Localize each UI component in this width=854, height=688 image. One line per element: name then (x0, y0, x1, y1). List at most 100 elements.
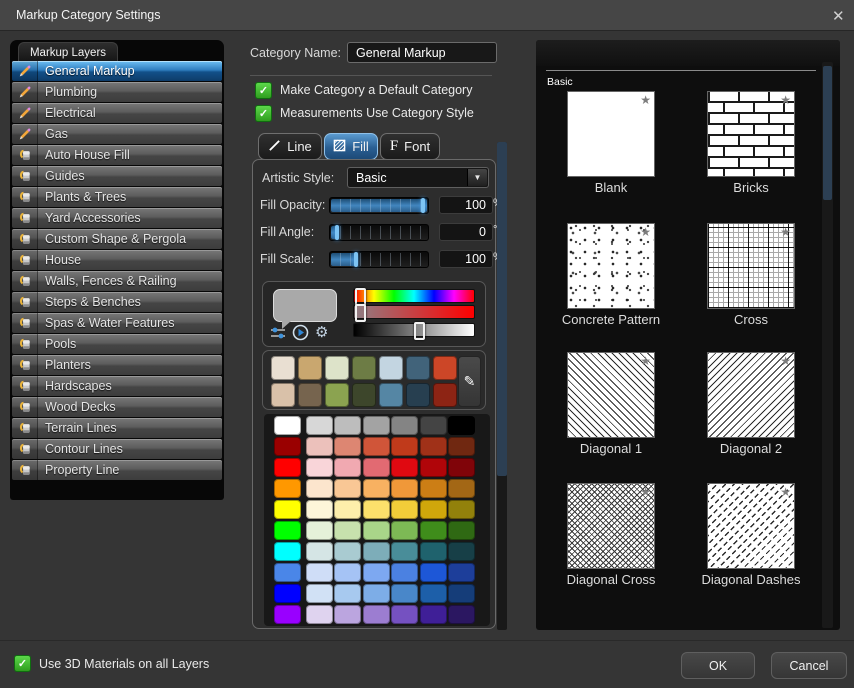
palette-color-swatch[interactable] (420, 521, 447, 540)
palette-color-swatch[interactable] (391, 563, 418, 582)
palette-color-swatch[interactable] (274, 458, 301, 477)
category-name-input[interactable] (347, 42, 497, 63)
saturation-handle[interactable] (355, 304, 366, 322)
palette-color-swatch[interactable] (306, 416, 333, 435)
checkbox[interactable]: ✓ (255, 82, 272, 99)
palette-color-swatch[interactable] (334, 416, 361, 435)
slider-thumb[interactable] (421, 198, 425, 213)
sidebar-layer-item[interactable]: Plumbing (12, 82, 222, 102)
palette-color-swatch[interactable] (334, 521, 361, 540)
palette-color-swatch[interactable] (306, 479, 333, 498)
palette-color-swatch[interactable] (274, 605, 301, 624)
palette-color-swatch[interactable] (391, 500, 418, 519)
palette-color-swatch[interactable] (306, 437, 333, 456)
preset-color-swatch[interactable] (352, 356, 376, 380)
slider-thumb[interactable] (335, 225, 339, 240)
palette-color-swatch[interactable] (420, 563, 447, 582)
preset-color-swatch[interactable] (379, 356, 403, 380)
palette-color-swatch[interactable] (363, 521, 390, 540)
saturation-bar[interactable] (353, 305, 475, 319)
pattern-card[interactable]: ★ Cross (708, 224, 794, 308)
palette-color-swatch[interactable] (363, 437, 390, 456)
slider-thumb[interactable] (354, 252, 358, 267)
value-bar[interactable] (353, 323, 475, 337)
fill-scale-slider[interactable] (329, 251, 429, 268)
preset-color-swatch[interactable] (406, 356, 430, 380)
pattern-scrollbar-thumb[interactable] (823, 66, 832, 200)
tab-line[interactable]: Line (258, 133, 322, 160)
palette-color-swatch[interactable] (420, 416, 447, 435)
value-handle[interactable] (414, 322, 425, 340)
pattern-card[interactable]: ★ Concrete Pattern (568, 224, 654, 308)
sidebar-layer-item[interactable]: Spas & Water Features (12, 313, 222, 333)
palette-color-swatch[interactable] (420, 542, 447, 561)
pattern-card[interactable]: ★ Bricks (708, 92, 794, 176)
gear-icon[interactable]: ⚙ (315, 325, 328, 340)
sidebar-layer-item[interactable]: Custom Shape & Pergola (12, 229, 222, 249)
preset-color-swatch[interactable] (298, 356, 322, 380)
palette-color-swatch[interactable] (391, 458, 418, 477)
slider-value[interactable]: 100 (439, 250, 493, 268)
preset-color-swatch[interactable] (433, 383, 457, 407)
palette-color-swatch[interactable] (448, 500, 475, 519)
palette-color-swatch[interactable] (448, 584, 475, 603)
preset-color-swatch[interactable] (325, 383, 349, 407)
preset-color-swatch[interactable] (325, 356, 349, 380)
checkbox[interactable]: ✓ (255, 105, 272, 122)
palette-color-swatch[interactable] (334, 500, 361, 519)
pattern-swatch[interactable]: ★ (568, 353, 654, 437)
palette-color-swatch[interactable] (306, 584, 333, 603)
palette-color-swatch[interactable] (391, 542, 418, 561)
use-3d-materials-checkbox[interactable]: ✓ (14, 655, 31, 672)
ok-button[interactable]: OK (681, 652, 755, 679)
palette-color-swatch[interactable] (274, 542, 301, 561)
sidebar-layer-item[interactable]: Plants & Trees (12, 187, 222, 207)
cancel-button[interactable]: Cancel (771, 652, 847, 679)
palette-color-swatch[interactable] (448, 542, 475, 561)
palette-color-swatch[interactable] (420, 605, 447, 624)
sidebar-layer-item[interactable]: Hardscapes (12, 376, 222, 396)
palette-color-swatch[interactable] (448, 458, 475, 477)
palette-color-swatch[interactable] (306, 542, 333, 561)
preset-color-swatch[interactable] (352, 383, 376, 407)
palette-color-swatch[interactable] (334, 542, 361, 561)
palette-color-swatch[interactable] (306, 458, 333, 477)
palette-color-swatch[interactable] (363, 605, 390, 624)
palette-color-swatch[interactable] (420, 458, 447, 477)
preset-color-swatch[interactable] (379, 383, 403, 407)
palette-color-swatch[interactable] (448, 521, 475, 540)
pattern-swatch[interactable]: ★ (568, 224, 654, 308)
palette-color-swatch[interactable] (363, 500, 390, 519)
palette-color-swatch[interactable] (274, 563, 301, 582)
pattern-card[interactable]: ★ Diagonal 1 (568, 353, 654, 437)
fill-opacity-slider[interactable] (329, 197, 429, 214)
pattern-card[interactable]: ★ Diagonal Cross (568, 484, 654, 568)
palette-color-swatch[interactable] (448, 605, 475, 624)
tab-font[interactable]: F Font (380, 133, 440, 160)
sidebar-layer-item[interactable]: House (12, 250, 222, 270)
sidebar-layer-item[interactable]: Contour Lines (12, 439, 222, 459)
palette-color-swatch[interactable] (391, 605, 418, 624)
palette-color-swatch[interactable] (448, 416, 475, 435)
palette-color-swatch[interactable] (448, 479, 475, 498)
edit-palette-button[interactable]: ✎ (458, 356, 481, 407)
preset-color-swatch[interactable] (406, 383, 430, 407)
palette-color-swatch[interactable] (363, 416, 390, 435)
palette-color-swatch[interactable] (274, 521, 301, 540)
artistic-style-select[interactable]: Basic ▼ (347, 167, 489, 188)
preset-color-swatch[interactable] (271, 383, 295, 407)
palette-color-swatch[interactable] (391, 416, 418, 435)
pattern-swatch[interactable]: ★ (568, 92, 654, 176)
palette-color-swatch[interactable] (306, 563, 333, 582)
play-icon[interactable] (292, 324, 309, 346)
palette-color-swatch[interactable] (420, 584, 447, 603)
palette-color-swatch[interactable] (363, 563, 390, 582)
slider-value[interactable]: 100 (439, 196, 493, 214)
palette-color-swatch[interactable] (448, 437, 475, 456)
pattern-scrollbar[interactable] (822, 62, 833, 628)
sidebar-layer-item[interactable]: Pools (12, 334, 222, 354)
pattern-swatch[interactable]: ★ (708, 224, 794, 308)
preset-color-swatch[interactable] (298, 383, 322, 407)
palette-color-swatch[interactable] (391, 479, 418, 498)
palette-color-swatch[interactable] (420, 479, 447, 498)
